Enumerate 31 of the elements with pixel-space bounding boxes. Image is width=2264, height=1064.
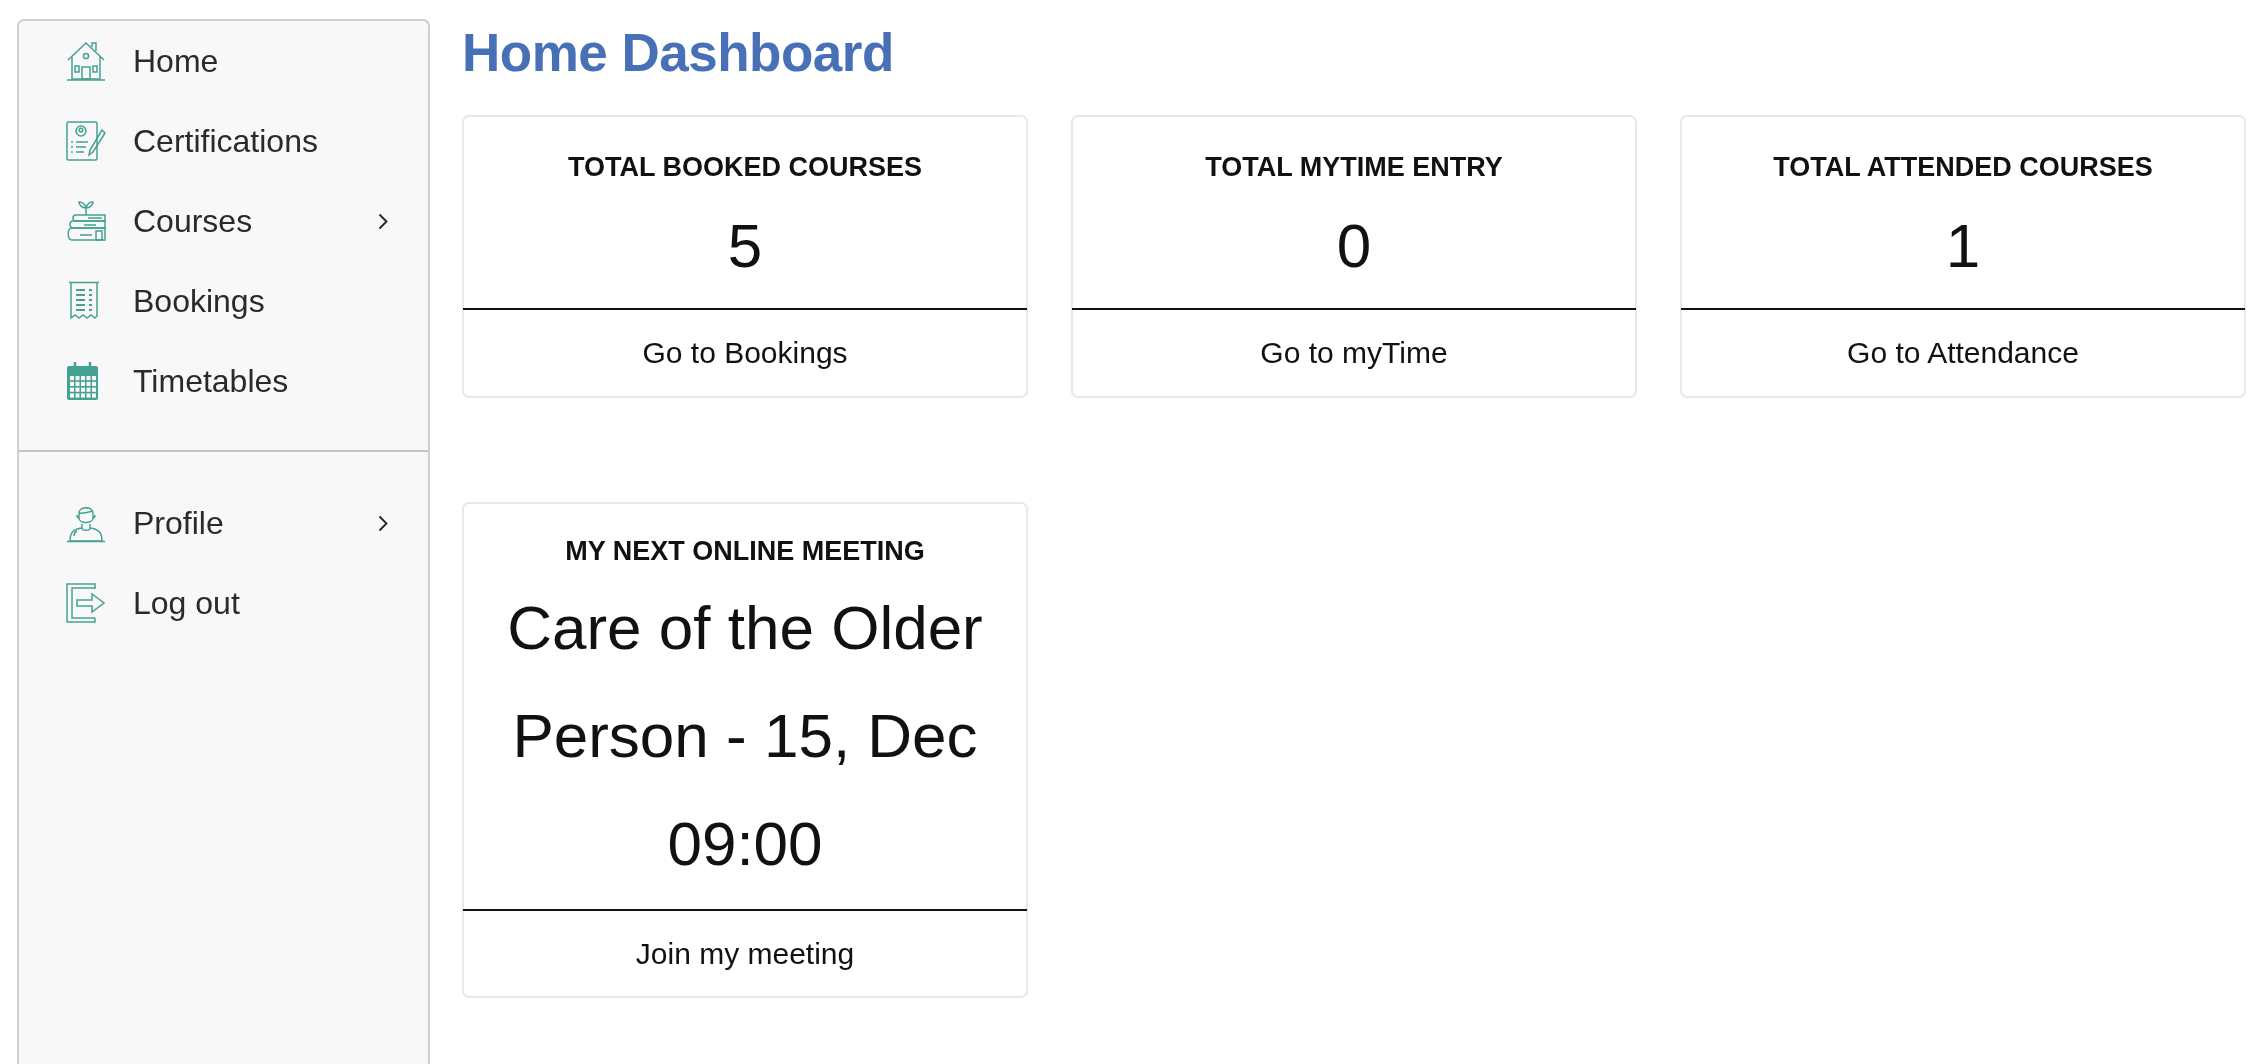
nav-label: Courses [133,202,254,240]
house-icon [66,41,106,81]
logout-icon [66,583,106,623]
nav-item[interactable]: Profile [19,483,428,563]
document-pen-icon [66,121,106,161]
nav-item[interactable]: Bookings [19,261,428,341]
nav-label: Log out [133,584,241,622]
nav-label: Timetables [133,362,290,400]
card-title: TOTAL BOOKED COURSES [567,151,922,184]
page-title: Home Dashboard [462,22,894,84]
nav-item[interactable]: Courses [19,181,428,261]
nav-item[interactable]: Timetables [19,341,428,421]
stat-value: 5 [727,210,763,282]
nav-label: Profile [133,504,225,542]
nav-item[interactable]: Log out [19,563,428,643]
join-meeting-link[interactable]: Join my meeting [635,933,855,974]
nav-label: Bookings [133,282,266,320]
nav-label: Home [133,42,220,80]
card-link[interactable]: Go to Bookings [642,333,848,373]
books-sprout-icon [66,201,106,241]
card-link[interactable]: Go to myTime [1260,333,1448,373]
card-title: TOTAL ATTENDED COURSES [1773,151,2153,184]
stat-value: 0 [1336,210,1372,282]
card-title: MY NEXT ONLINE MEETING [565,535,925,568]
nav-item[interactable]: Home [19,21,428,101]
nav-item[interactable]: Certifications [19,101,428,181]
meeting-text: Care of the Older Person - 15, Dec 09:00 [506,592,984,880]
card-link[interactable]: Go to Attendance [1847,333,2079,373]
nav-label: Certifications [133,122,319,160]
stat-value: 1 [1945,210,1981,282]
card-title: TOTAL MYTIME ENTRY [1205,151,1503,184]
